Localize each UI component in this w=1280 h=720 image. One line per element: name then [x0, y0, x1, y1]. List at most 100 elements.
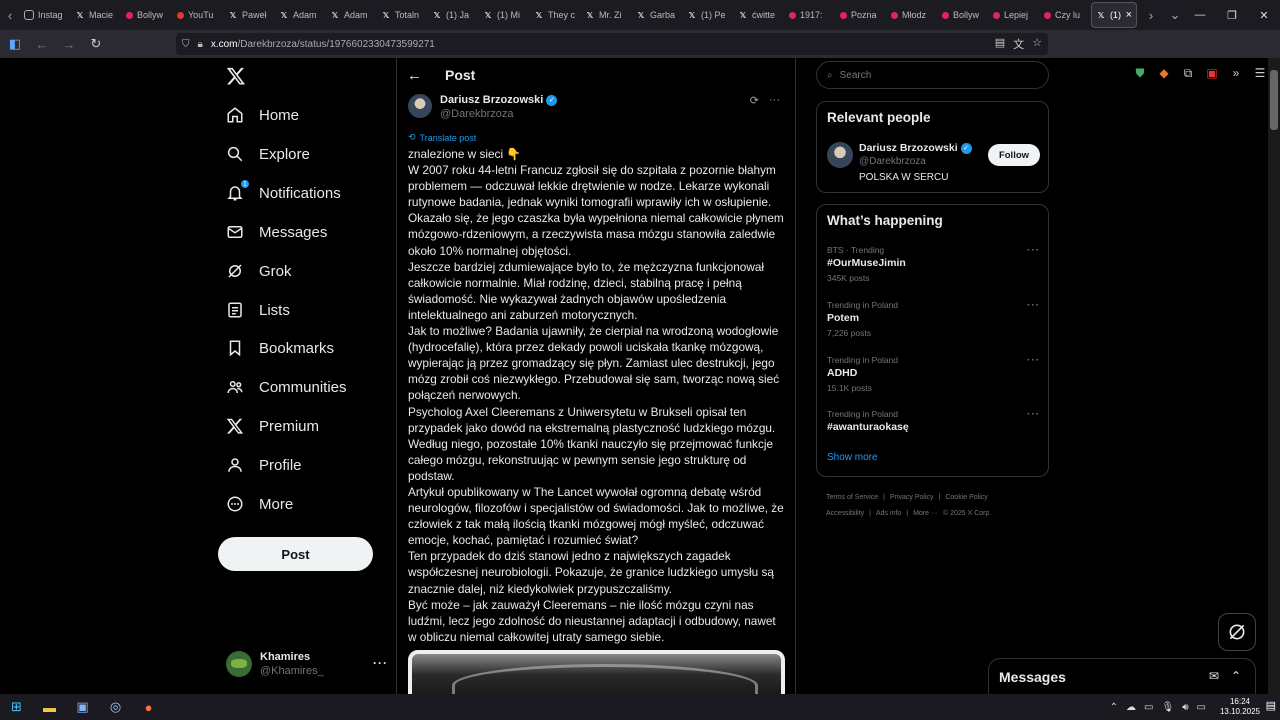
network-icon[interactable]: ▭ — [1144, 702, 1153, 713]
relevant-person[interactable]: Dariusz Brzozowski ✓ @Darekbrzoza POLSKA… — [827, 140, 1040, 184]
display-icon[interactable]: ▭ — [1197, 702, 1206, 713]
browser-tab[interactable]: 𝕏 Macie — [71, 2, 122, 28]
back-nav-icon[interactable]: ← — [30, 32, 54, 56]
tab-close-icon[interactable]: × — [1126, 9, 1132, 21]
tab-active[interactable]: 𝕏 (1) × — [1091, 2, 1137, 28]
lock-icon[interactable]: 🔒︎ — [198, 39, 203, 50]
firefox-icon[interactable]: ● — [132, 694, 165, 720]
clock[interactable]: 16:24 13.10.2025 — [1220, 697, 1260, 717]
nav-item-premium[interactable]: Premium — [226, 412, 319, 440]
nav-item-bookmarks[interactable]: Bookmarks — [226, 334, 334, 362]
bookmark-star-icon[interactable]: ☆ — [1032, 36, 1042, 52]
nav-item-home[interactable]: Home — [226, 101, 299, 129]
address-bar[interactable]: ⛉ 🔒︎ x.com/Darekbrzoza/status/1976602330… — [176, 33, 1048, 55]
nav-item-more[interactable]: More — [226, 490, 293, 518]
grok-button[interactable] — [1218, 613, 1256, 651]
person-name[interactable]: Dariusz Brzozowski — [859, 142, 958, 154]
follow-button[interactable]: Follow — [988, 144, 1040, 166]
browser-tab[interactable]: 𝕏 Garba — [632, 2, 683, 28]
more-horizontal-icon[interactable]: ··· — [1027, 300, 1040, 311]
browser-tab[interactable]: YouTu — [173, 2, 224, 28]
restore-icon[interactable]: ❐ — [1216, 0, 1248, 30]
page-scrollbar[interactable] — [1268, 58, 1280, 694]
browser-tab[interactable]: Pozna — [836, 2, 887, 28]
file-explorer-icon[interactable]: ▬ — [33, 694, 66, 720]
trend-item[interactable]: BTS · Trending #OurMuseJimin 345K posts ··· — [827, 245, 1040, 289]
avatar[interactable] — [827, 142, 853, 168]
steam-icon[interactable]: ◎ — [99, 694, 132, 720]
footer-link[interactable]: Cookie Policy — [945, 494, 987, 501]
reload-icon[interactable]: ↻ — [84, 32, 108, 56]
more-horizontal-icon[interactable]: ··· — [373, 656, 388, 670]
shield-icon[interactable]: ⛉ — [182, 39, 190, 50]
control-panel-icon[interactable]: ▣ — [66, 694, 99, 720]
new-message-icon[interactable]: ✉ — [1209, 669, 1219, 683]
account-switcher[interactable]: Khamires @Khamires_ ··· — [226, 646, 388, 682]
footer-link[interactable]: Privacy Policy — [890, 494, 934, 501]
browser-tab[interactable]: 𝕏 Adam — [326, 2, 377, 28]
microphone-icon[interactable]: 🎙︎ — [1161, 702, 1174, 713]
more-horizontal-icon[interactable]: ··· — [1027, 245, 1040, 256]
extension-fox-icon[interactable]: ◆ — [1152, 66, 1176, 80]
extension-badge-icon[interactable]: ▣ — [1200, 66, 1224, 80]
more-horizontal-icon[interactable]: ··· — [769, 94, 780, 107]
post-button[interactable]: Post — [218, 537, 373, 571]
browser-tab[interactable]: 1917: — [785, 2, 836, 28]
trend-item[interactable]: Trending in Poland #awanturaokasę ··· — [827, 409, 1040, 453]
scroll-thumb[interactable] — [1270, 70, 1278, 130]
tray-chevron-icon[interactable]: ⌃ — [1110, 702, 1118, 713]
messages-drawer[interactable]: Messages ✉ ⌃ — [988, 658, 1256, 694]
browser-tab[interactable]: 𝕏 (1) Pe — [683, 2, 734, 28]
volume-icon[interactable]: 🔊︎ — [1182, 702, 1188, 713]
browser-tab[interactable]: Instag — [20, 2, 71, 28]
more-horizontal-icon[interactable]: ··· — [1027, 409, 1040, 420]
nav-item-profile[interactable]: Profile — [226, 451, 302, 479]
browser-tab[interactable]: 𝕏 Mr. Zi — [581, 2, 632, 28]
footer-link[interactable]: Terms of Service — [826, 494, 878, 501]
translate-page-icon[interactable]: 文 — [1013, 36, 1024, 52]
browser-tab[interactable]: Bollyw — [122, 2, 173, 28]
show-more-link[interactable]: Show more — [827, 452, 878, 463]
tab-list-menu-icon[interactable]: ⌄ — [1165, 0, 1185, 30]
browser-tab[interactable]: 𝕏 Paweł — [224, 2, 275, 28]
nav-item-communities[interactable]: Communities — [226, 373, 347, 401]
trend-item[interactable]: Trending in Poland ADHD 15.1K posts ··· — [827, 355, 1040, 399]
notification-center-icon[interactable]: ▤ — [1266, 699, 1276, 712]
footer-link[interactable]: Ads info — [876, 510, 901, 517]
minimize-icon[interactable]: — — [1184, 0, 1216, 30]
avatar[interactable] — [408, 94, 432, 118]
footer-link[interactable]: Accessibility — [826, 510, 864, 517]
browser-tab[interactable]: Młodz — [887, 2, 938, 28]
expand-drawer-icon[interactable]: ⌃ — [1231, 669, 1241, 683]
author-handle[interactable]: @Darekbrzoza — [440, 108, 514, 120]
search-input[interactable] — [839, 69, 1020, 81]
browser-tab[interactable]: 𝕏 (1) Ja — [428, 2, 479, 28]
overflow-chevron-icon[interactable]: » — [1224, 66, 1248, 80]
reader-view-icon[interactable]: ▤ — [995, 36, 1005, 52]
browser-tab[interactable]: Czy lu — [1040, 2, 1091, 28]
author-name[interactable]: Dariusz Brzozowski — [440, 94, 543, 106]
forward-nav-icon[interactable]: → — [57, 32, 81, 56]
browser-tab[interactable]: Bollyw — [938, 2, 989, 28]
ublock-icon[interactable]: ⛊ — [1128, 66, 1152, 81]
tab-scroll-right-icon[interactable]: › — [1141, 0, 1161, 30]
author-name-link[interactable]: Dariusz Brzozowski ✓ — [440, 94, 558, 106]
browser-tab[interactable]: 𝕏 Adam — [275, 2, 326, 28]
cloud-icon[interactable]: ☁ — [1126, 702, 1136, 713]
windows-start-icon[interactable]: ⊞ — [0, 694, 33, 720]
translate-post-link[interactable]: ⟲ Translate post — [408, 132, 476, 143]
browser-tab[interactable]: 𝕏 They c — [530, 2, 581, 28]
trend-item[interactable]: Trending in Poland Potem 7,226 posts ··· — [827, 300, 1040, 344]
nav-item-messages[interactable]: Messages — [226, 218, 327, 246]
footer-link[interactable]: More ··· — [913, 510, 938, 517]
x-logo-icon[interactable] — [226, 66, 246, 86]
grok-explain-icon[interactable]: ⟳ — [750, 94, 759, 107]
extensions-icon[interactable]: ⧉ — [1176, 66, 1200, 81]
tab-scroll-left-icon[interactable]: ‹ — [0, 0, 20, 30]
nav-item-notifications[interactable]: 1 Notifications — [226, 179, 341, 207]
nav-item-grok[interactable]: Grok — [226, 257, 292, 285]
sidebar-toggle-icon[interactable]: ◧ — [3, 32, 27, 56]
browser-tab[interactable]: Lepiej — [989, 2, 1040, 28]
back-arrow-icon[interactable]: ← — [407, 67, 423, 84]
browser-tab[interactable]: 𝕏ćwitte — [734, 2, 785, 28]
